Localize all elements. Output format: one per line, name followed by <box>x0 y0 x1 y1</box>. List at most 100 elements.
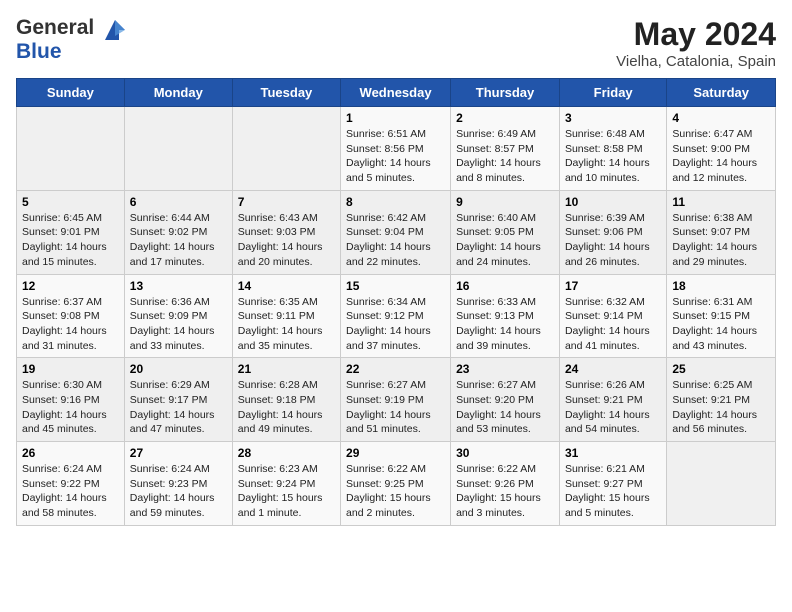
calendar-cell <box>17 107 125 191</box>
calendar-week-2: 5 Sunrise: 6:45 AM Sunset: 9:01 PM Daylig… <box>17 190 776 274</box>
calendar-cell: 21 Sunrise: 6:28 AM Sunset: 9:18 PM Dayli… <box>232 358 340 442</box>
day-number: 25 <box>672 362 770 376</box>
logo-blue-text: Blue <box>16 40 62 63</box>
calendar-cell: 1 Sunrise: 6:51 AM Sunset: 8:56 PM Daylig… <box>341 107 451 191</box>
day-info: Sunrise: 6:27 AM Sunset: 9:20 PM Dayligh… <box>456 378 554 437</box>
day-info: Sunrise: 6:51 AM Sunset: 8:56 PM Dayligh… <box>346 127 445 186</box>
day-number: 2 <box>456 111 554 125</box>
calendar-cell: 2 Sunrise: 6:49 AM Sunset: 8:57 PM Daylig… <box>451 107 560 191</box>
calendar-cell: 13 Sunrise: 6:36 AM Sunset: 9:09 PM Dayli… <box>124 274 232 358</box>
logo-icon <box>101 16 129 44</box>
day-number: 19 <box>22 362 119 376</box>
day-number: 13 <box>130 279 227 293</box>
day-info: Sunrise: 6:47 AM Sunset: 9:00 PM Dayligh… <box>672 127 770 186</box>
day-number: 29 <box>346 446 445 460</box>
day-info: Sunrise: 6:45 AM Sunset: 9:01 PM Dayligh… <box>22 211 119 270</box>
page-header: General Blue May 2024 Vielha, Catalonia,… <box>16 16 776 70</box>
month-title: May 2024 <box>616 16 776 53</box>
calendar-cell: 11 Sunrise: 6:38 AM Sunset: 9:07 PM Dayli… <box>667 190 776 274</box>
day-info: Sunrise: 6:27 AM Sunset: 9:19 PM Dayligh… <box>346 378 445 437</box>
calendar-cell: 8 Sunrise: 6:42 AM Sunset: 9:04 PM Daylig… <box>341 190 451 274</box>
day-info: Sunrise: 6:40 AM Sunset: 9:05 PM Dayligh… <box>456 211 554 270</box>
calendar-cell: 26Sunrise: 6:24 AM Sunset: 9:22 PM Dayli… <box>17 442 125 526</box>
calendar-cell <box>232 107 340 191</box>
day-number: 17 <box>565 279 661 293</box>
calendar-cell: 5 Sunrise: 6:45 AM Sunset: 9:01 PM Daylig… <box>17 190 125 274</box>
day-info: Sunrise: 6:34 AM Sunset: 9:12 PM Dayligh… <box>346 295 445 354</box>
day-info: Sunrise: 6:44 AM Sunset: 9:02 PM Dayligh… <box>130 211 227 270</box>
logo-general-text: General <box>16 16 94 39</box>
day-number: 15 <box>346 279 445 293</box>
location-title: Vielha, Catalonia, Spain <box>616 53 776 70</box>
calendar-cell: 16Sunrise: 6:33 AM Sunset: 9:13 PM Dayli… <box>451 274 560 358</box>
day-number: 31 <box>565 446 661 460</box>
day-number: 7 <box>238 195 335 209</box>
day-number: 16 <box>456 279 554 293</box>
calendar-cell: 12 Sunrise: 6:37 AM Sunset: 9:08 PM Dayli… <box>17 274 125 358</box>
calendar-cell: 10 Sunrise: 6:39 AM Sunset: 9:06 PM Dayli… <box>559 190 666 274</box>
day-number: 10 <box>565 195 661 209</box>
title-area: May 2024 Vielha, Catalonia, Spain <box>616 16 776 70</box>
day-info: Sunrise: 6:38 AM Sunset: 9:07 PM Dayligh… <box>672 211 770 270</box>
calendar-cell: 4Sunrise: 6:47 AM Sunset: 9:00 PM Daylig… <box>667 107 776 191</box>
calendar-cell: 28 Sunrise: 6:23 AM Sunset: 9:24 PM Dayli… <box>232 442 340 526</box>
day-number: 5 <box>22 195 119 209</box>
calendar-cell <box>667 442 776 526</box>
day-info: Sunrise: 6:22 AM Sunset: 9:25 PM Dayligh… <box>346 462 445 521</box>
day-info: Sunrise: 6:48 AM Sunset: 8:58 PM Dayligh… <box>565 127 661 186</box>
day-info: Sunrise: 6:25 AM Sunset: 9:21 PM Dayligh… <box>672 378 770 437</box>
day-number: 8 <box>346 195 445 209</box>
calendar-cell: 20Sunrise: 6:29 AM Sunset: 9:17 PM Dayli… <box>124 358 232 442</box>
calendar-cell: 14 Sunrise: 6:35 AM Sunset: 9:11 PM Dayli… <box>232 274 340 358</box>
calendar-cell: 18 Sunrise: 6:31 AM Sunset: 9:15 PM Dayli… <box>667 274 776 358</box>
weekday-header-monday: Monday <box>124 79 232 107</box>
calendar-week-4: 19 Sunrise: 6:30 AM Sunset: 9:16 PM Dayli… <box>17 358 776 442</box>
calendar-cell: 7 Sunrise: 6:43 AM Sunset: 9:03 PM Daylig… <box>232 190 340 274</box>
day-number: 30 <box>456 446 554 460</box>
weekday-header-saturday: Saturday <box>667 79 776 107</box>
calendar-cell <box>124 107 232 191</box>
day-info: Sunrise: 6:22 AM Sunset: 9:26 PM Dayligh… <box>456 462 554 521</box>
day-number: 18 <box>672 279 770 293</box>
weekday-header-friday: Friday <box>559 79 666 107</box>
day-number: 14 <box>238 279 335 293</box>
weekday-header-row: SundayMondayTuesdayWednesdayThursdayFrid… <box>17 79 776 107</box>
day-info: Sunrise: 6:32 AM Sunset: 9:14 PM Dayligh… <box>565 295 661 354</box>
day-number: 21 <box>238 362 335 376</box>
day-info: Sunrise: 6:31 AM Sunset: 9:15 PM Dayligh… <box>672 295 770 354</box>
calendar-cell: 25 Sunrise: 6:25 AM Sunset: 9:21 PM Dayli… <box>667 358 776 442</box>
day-number: 26 <box>22 446 119 460</box>
calendar-week-5: 26Sunrise: 6:24 AM Sunset: 9:22 PM Dayli… <box>17 442 776 526</box>
logo: General Blue <box>16 16 129 64</box>
day-number: 3 <box>565 111 661 125</box>
day-info: Sunrise: 6:28 AM Sunset: 9:18 PM Dayligh… <box>238 378 335 437</box>
day-info: Sunrise: 6:29 AM Sunset: 9:17 PM Dayligh… <box>130 378 227 437</box>
calendar-cell: 23Sunrise: 6:27 AM Sunset: 9:20 PM Dayli… <box>451 358 560 442</box>
calendar-week-1: 1 Sunrise: 6:51 AM Sunset: 8:56 PM Daylig… <box>17 107 776 191</box>
calendar-cell: 29 Sunrise: 6:22 AM Sunset: 9:25 PM Dayli… <box>341 442 451 526</box>
day-number: 9 <box>456 195 554 209</box>
day-info: Sunrise: 6:35 AM Sunset: 9:11 PM Dayligh… <box>238 295 335 354</box>
day-info: Sunrise: 6:23 AM Sunset: 9:24 PM Dayligh… <box>238 462 335 521</box>
day-info: Sunrise: 6:37 AM Sunset: 9:08 PM Dayligh… <box>22 295 119 354</box>
weekday-header-wednesday: Wednesday <box>341 79 451 107</box>
day-number: 6 <box>130 195 227 209</box>
weekday-header-thursday: Thursday <box>451 79 560 107</box>
day-number: 28 <box>238 446 335 460</box>
calendar-table: SundayMondayTuesdayWednesdayThursdayFrid… <box>16 78 776 526</box>
day-number: 11 <box>672 195 770 209</box>
day-info: Sunrise: 6:30 AM Sunset: 9:16 PM Dayligh… <box>22 378 119 437</box>
day-info: Sunrise: 6:24 AM Sunset: 9:23 PM Dayligh… <box>130 462 227 521</box>
day-info: Sunrise: 6:36 AM Sunset: 9:09 PM Dayligh… <box>130 295 227 354</box>
calendar-cell: 22Sunrise: 6:27 AM Sunset: 9:19 PM Dayli… <box>341 358 451 442</box>
calendar-cell: 15 Sunrise: 6:34 AM Sunset: 9:12 PM Dayli… <box>341 274 451 358</box>
calendar-cell: 24Sunrise: 6:26 AM Sunset: 9:21 PM Dayli… <box>559 358 666 442</box>
day-number: 12 <box>22 279 119 293</box>
day-info: Sunrise: 6:39 AM Sunset: 9:06 PM Dayligh… <box>565 211 661 270</box>
calendar-cell: 3 Sunrise: 6:48 AM Sunset: 8:58 PM Daylig… <box>559 107 666 191</box>
day-info: Sunrise: 6:49 AM Sunset: 8:57 PM Dayligh… <box>456 127 554 186</box>
calendar-cell: 9 Sunrise: 6:40 AM Sunset: 9:05 PM Daylig… <box>451 190 560 274</box>
day-number: 1 <box>346 111 445 125</box>
day-info: Sunrise: 6:43 AM Sunset: 9:03 PM Dayligh… <box>238 211 335 270</box>
day-info: Sunrise: 6:42 AM Sunset: 9:04 PM Dayligh… <box>346 211 445 270</box>
